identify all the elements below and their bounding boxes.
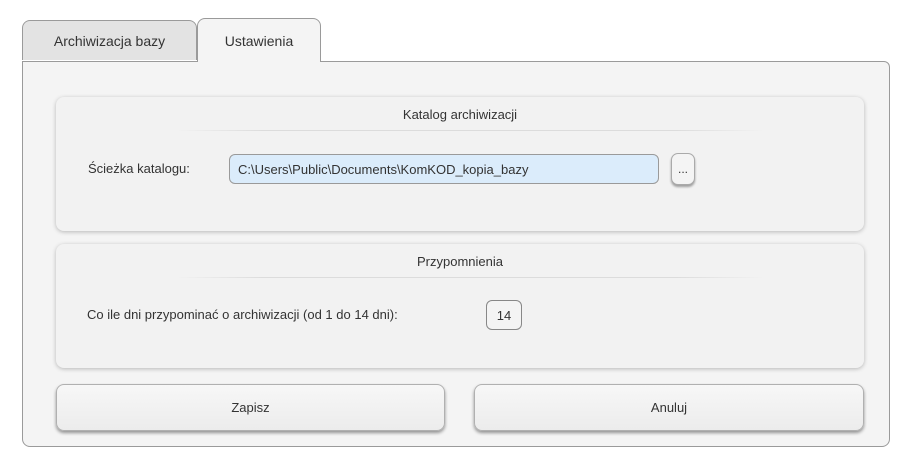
cancel-button[interactable]: Anuluj — [474, 384, 864, 431]
save-button[interactable]: Zapisz — [56, 384, 445, 431]
archive-directory-group: Katalog archiwizacji Ścieżka katalogu: .… — [56, 97, 864, 231]
tab-label: Ustawienia — [224, 32, 294, 49]
browse-button[interactable]: ... — [671, 153, 695, 185]
tab-label: Archiwizacja bazy — [53, 32, 166, 49]
path-label: Ścieżka katalogu: — [88, 161, 190, 176]
path-input[interactable] — [229, 154, 659, 184]
reminder-days-label: Co ile dni przypominać o archiwizacji (o… — [87, 307, 398, 322]
reminder-days-input[interactable] — [486, 300, 522, 330]
settings-panel: Katalog archiwizacji Ścieżka katalogu: .… — [22, 61, 890, 447]
group-title: Przypomnienia — [417, 254, 503, 269]
tab-ustawienia[interactable]: Ustawienia — [197, 18, 321, 62]
group-divider — [176, 130, 764, 131]
group-title: Katalog archiwizacji — [402, 107, 518, 122]
reminders-group: Przypomnienia Co ile dni przypominać o a… — [56, 244, 864, 368]
tab-archiwizacja-bazy[interactable]: Archiwizacja bazy — [22, 20, 197, 60]
group-divider — [176, 277, 764, 278]
